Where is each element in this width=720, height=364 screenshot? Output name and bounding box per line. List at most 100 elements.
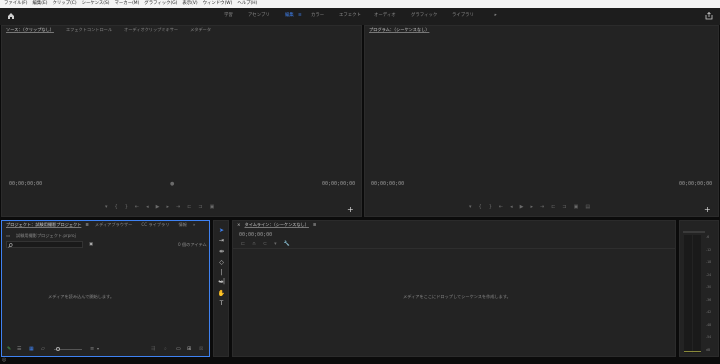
more-panels-icon[interactable]: » [193, 221, 196, 229]
clear-icon[interactable]: ⊠ [199, 346, 203, 352]
step-back-icon[interactable]: ◂ [510, 204, 513, 210]
selection-tool-icon[interactable]: ➤ [217, 226, 226, 235]
new-search-bin-icon[interactable]: ▣ [89, 241, 93, 247]
workspace-menu-icon[interactable]: ≡ [298, 12, 302, 20]
insert-icon[interactable]: ⊏ [187, 204, 191, 210]
project-menu-icon[interactable]: ≡ [85, 221, 89, 229]
menu-bar: ファイル(F) 編集(E) クリップ(C) シーケンス(S) マーカー(M) グ… [0, 0, 720, 8]
project-search-input[interactable] [6, 241, 83, 248]
extract-icon[interactable]: ⊐ [562, 204, 566, 210]
timeline-divider [233, 248, 675, 249]
menu-marker[interactable]: マーカー(M) [115, 0, 140, 8]
list-view-icon[interactable]: ☰ [17, 346, 21, 352]
tab-timeline[interactable]: タイムライン：（シーケンスなし） [245, 221, 309, 229]
menu-graphics[interactable]: グラフィック(G) [144, 0, 177, 8]
go-to-out-icon[interactable]: ⇥ [540, 204, 544, 210]
tab-program[interactable]: プログラム：（シーケンスなし） [369, 26, 429, 34]
chevron-down-icon[interactable]: ▾ [97, 346, 99, 351]
tab-metadata[interactable]: メタデータ [190, 26, 211, 34]
timeline-playhead-timecode[interactable]: 00;00;00;00 [239, 232, 272, 239]
find-icon[interactable]: ⌕ [164, 346, 167, 352]
home-icon[interactable] [7, 12, 15, 20]
hand-tool-icon[interactable]: ✋ [217, 289, 226, 298]
export-frame-icon[interactable]: ▣ [574, 204, 579, 210]
menu-view[interactable]: 表示(V) [182, 0, 197, 8]
workspace-tab-graphics[interactable]: グラフィック [411, 12, 437, 20]
tab-cc-libraries[interactable]: CC ライブラリ [141, 221, 169, 229]
menu-clip[interactable]: クリップ(C) [53, 0, 77, 8]
new-item-icon[interactable]: ⊞ [187, 346, 191, 352]
lift-icon[interactable]: ⊏ [551, 204, 555, 210]
source-playhead-timecode[interactable]: 00;00;00;00 [9, 181, 42, 188]
workspace-tab-color[interactable]: カラー [311, 12, 324, 20]
pencil-icon[interactable]: ✎ [7, 346, 11, 352]
tab-audio-clip-mixer[interactable]: オーディオクリップミキサー [124, 26, 178, 34]
new-bin-icon[interactable]: ▭ [176, 346, 181, 352]
close-icon[interactable]: × [237, 221, 241, 229]
nest-icon[interactable]: ⊏ [241, 241, 245, 247]
slip-tool-icon[interactable]: |↔| [217, 268, 226, 285]
program-button-editor-button[interactable]: + [704, 206, 711, 214]
workspace-tab-effects[interactable]: エフェクト [339, 12, 361, 20]
play-icon[interactable]: ▶ [156, 204, 160, 210]
tab-source[interactable]: ソース：（クリップなし） [6, 26, 54, 34]
timeline-toolbar: ⊏ ∩ ⊂ ▾ 🔧 [241, 241, 311, 247]
share-icon[interactable] [705, 12, 713, 20]
zoom-slider-handle[interactable] [56, 347, 60, 351]
comparison-view-icon[interactable]: ▤ [585, 204, 590, 210]
track-select-tool-icon[interactable]: ⇥ [217, 236, 226, 245]
menu-file[interactable]: ファイル(F) [4, 0, 28, 8]
workspace-tab-libraries[interactable]: ライブラリ [452, 12, 474, 20]
marker-icon[interactable]: ▾ [105, 204, 108, 210]
step-forward-icon[interactable]: ▸ [530, 204, 533, 210]
workspace-tab-assembly[interactable]: アセンブリ [248, 12, 270, 20]
source-transport-controls: ▾ { } ⇤ ◂ ▶ ▸ ⇥ ⊏ ⊐ ▣ [105, 204, 305, 210]
program-playhead-timecode[interactable]: 00;00;00;00 [371, 181, 404, 188]
source-settings-icon[interactable]: ● [170, 181, 174, 187]
tab-project[interactable]: プロジェクト：試験用撮影プロジェクト [6, 221, 81, 229]
menu-help[interactable]: ヘルプ(H) [237, 0, 257, 8]
wrench-icon[interactable]: 🔧 [284, 241, 290, 247]
add-marker-icon[interactable]: ▾ [274, 241, 277, 247]
freeform-view-icon[interactable]: ▱ [41, 346, 45, 352]
timeline-menu-icon[interactable]: ≡ [313, 221, 317, 229]
export-frame-icon[interactable]: ▣ [210, 204, 215, 210]
mark-out-icon[interactable]: } [489, 204, 492, 210]
ripple-edit-tool-icon[interactable]: ⇹ [217, 247, 226, 256]
go-to-in-icon[interactable]: ⇤ [499, 204, 503, 210]
automate-to-sequence-icon[interactable]: ⇶ [151, 346, 155, 352]
tab-effect-controls[interactable]: エフェクトコントロール [66, 26, 112, 34]
workspace-tab-learn[interactable]: 学習 [224, 12, 233, 20]
icon-view-icon[interactable]: ▦ [29, 346, 34, 352]
go-to-out-icon[interactable]: ⇥ [176, 204, 180, 210]
workspace-tab-audio[interactable]: オーディオ [374, 12, 396, 20]
step-forward-icon[interactable]: ▸ [166, 204, 169, 210]
meter-floor-line [684, 351, 701, 352]
play-icon[interactable]: ▶ [520, 204, 524, 210]
go-to-in-icon[interactable]: ⇤ [135, 204, 139, 210]
snap-icon[interactable]: ∩ [252, 241, 256, 247]
workspace-more-icon[interactable]: » [494, 12, 497, 20]
type-tool-icon[interactable]: T [217, 299, 226, 308]
marker-icon[interactable]: ▾ [469, 204, 472, 210]
workspace-tab-editing[interactable]: 編集 [285, 12, 294, 20]
menu-sequence[interactable]: シーケンス(S) [82, 0, 110, 8]
status-indicator-icon[interactable]: ◎ [2, 357, 6, 364]
step-back-icon[interactable]: ◂ [146, 204, 149, 210]
zoom-slider[interactable] [54, 347, 82, 351]
menu-window[interactable]: ウィンドウ(W) [203, 0, 233, 8]
tab-media-browser[interactable]: メディアブラウザー [95, 221, 132, 229]
meter-label: -6 [706, 235, 710, 239]
menu-edit[interactable]: 編集(E) [33, 0, 48, 8]
source-button-editor-button[interactable]: + [347, 206, 354, 214]
tab-info[interactable]: 情報 [178, 221, 186, 229]
sort-icon[interactable]: ≡ [90, 346, 94, 352]
overwrite-icon[interactable]: ⊐ [198, 204, 202, 210]
meter-label: -18 [706, 260, 712, 264]
mark-in-icon[interactable]: { [479, 204, 482, 210]
mark-in-icon[interactable]: { [115, 204, 118, 210]
razor-tool-icon[interactable]: ◇ [217, 258, 226, 267]
linked-selection-icon[interactable]: ⊂ [263, 241, 267, 247]
pen-tool-icon[interactable]: ✒ [217, 278, 226, 287]
mark-out-icon[interactable]: } [125, 204, 128, 210]
